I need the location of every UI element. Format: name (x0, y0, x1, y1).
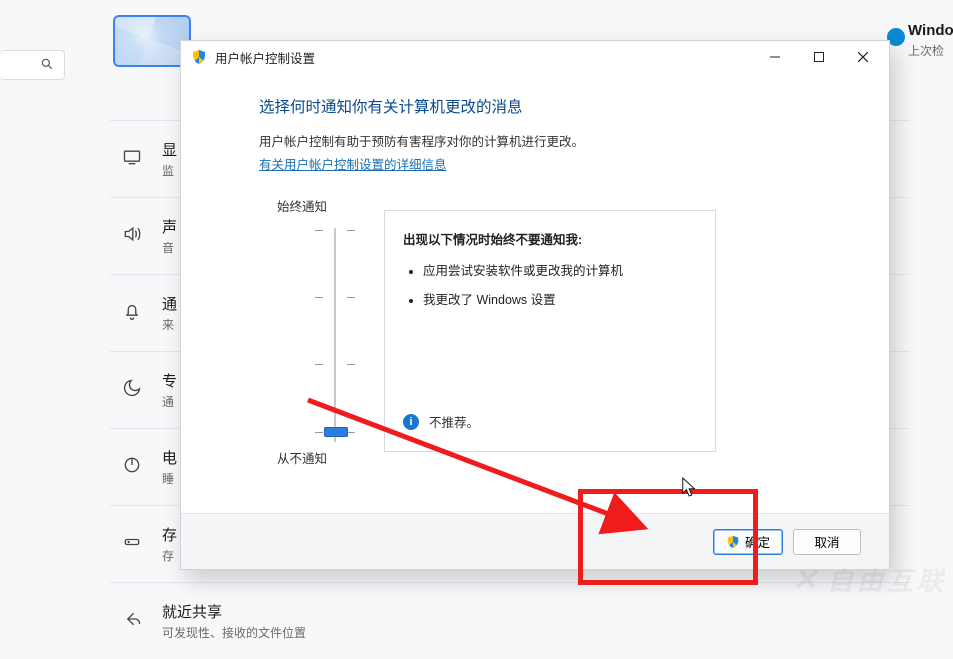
notification-slider-area: 始终通知 从不通知 出现以下情况时始终不要通知我: 应用尝试安装软件或更改我的计… (259, 196, 815, 476)
row-subtitle: 通 (162, 393, 177, 410)
row-title: 显 (162, 139, 177, 160)
row-subtitle: 监 (162, 162, 177, 179)
uac-settings-dialog: 用户帐户控制设置 选择何时通知你有关计算机更改的消息 用户帐户控制有助于预防有害… (180, 40, 890, 570)
row-title: 通 (162, 293, 177, 314)
slider-tick (315, 297, 323, 298)
dialog-footer: 确定 取消 (181, 513, 889, 569)
info-footer-text: 不推荐。 (429, 412, 479, 431)
learn-more-link[interactable]: 有关用户帐户控制设置的详细信息 (259, 154, 447, 173)
search-icon (40, 57, 54, 74)
slider-bottom-label: 从不通知 (277, 448, 327, 467)
slider-top-label: 始终通知 (277, 196, 327, 215)
dialog-title: 用户帐户控制设置 (215, 48, 315, 67)
slider-tick (347, 364, 355, 365)
settings-row-share[interactable]: 就近共享可发现性、接收的文件位置 (110, 582, 910, 659)
storage-icon (120, 532, 144, 557)
ok-button[interactable]: 确定 (713, 529, 783, 555)
cancel-button[interactable]: 取消 (793, 529, 861, 555)
ok-button-label: 确定 (745, 532, 770, 551)
share-icon (120, 609, 144, 634)
slider-tick (347, 297, 355, 298)
moon-icon (120, 378, 144, 403)
row-subtitle: 睡 (162, 470, 177, 487)
row-subtitle: 来 (162, 316, 177, 333)
slider-tick (315, 364, 323, 365)
update-title: Windo (908, 22, 953, 39)
notification-slider[interactable] (301, 222, 361, 448)
windows-update-panel: Windo 上次检 (908, 22, 953, 62)
maximize-button[interactable] (797, 42, 841, 72)
bell-icon (120, 301, 144, 326)
slider-info-box: 出现以下情况时始终不要通知我: 应用尝试安装软件或更改我的计算机 我更改了 Wi… (384, 210, 716, 452)
row-title: 专 (162, 370, 177, 391)
titlebar[interactable]: 用户帐户控制设置 (181, 41, 889, 73)
info-title: 出现以下情况时始终不要通知我: (403, 229, 697, 248)
uac-shield-icon (191, 49, 207, 65)
slider-track (334, 228, 336, 442)
row-title: 存 (162, 524, 177, 545)
info-list-item: 我更改了 Windows 设置 (423, 289, 697, 308)
row-title: 电 (162, 447, 177, 468)
slider-tick (347, 432, 355, 433)
row-subtitle: 存 (162, 547, 177, 564)
row-subtitle: 音 (162, 239, 177, 256)
dialog-description: 用户帐户控制有助于预防有害程序对你的计算机进行更改。 (259, 131, 815, 150)
row-title: 声 (162, 216, 177, 237)
slider-tick (315, 432, 323, 433)
row-subtitle: 可发现性、接收的文件位置 (162, 624, 306, 641)
info-icon: i (403, 414, 419, 430)
slider-tick (315, 230, 323, 231)
monitor-icon (120, 147, 144, 172)
close-button[interactable] (841, 42, 885, 72)
minimize-button[interactable] (753, 42, 797, 72)
slider-thumb[interactable] (324, 427, 348, 437)
uac-shield-icon (726, 535, 740, 549)
cancel-button-label: 取消 (814, 532, 839, 551)
slider-tick (347, 230, 355, 231)
dialog-heading: 选择何时通知你有关计算机更改的消息 (259, 95, 815, 117)
info-list-item: 应用尝试安装软件或更改我的计算机 (423, 260, 697, 279)
sound-icon (120, 224, 144, 249)
search-input[interactable] (0, 50, 65, 80)
update-subtitle: 上次检 (908, 42, 953, 59)
power-icon (120, 455, 144, 480)
